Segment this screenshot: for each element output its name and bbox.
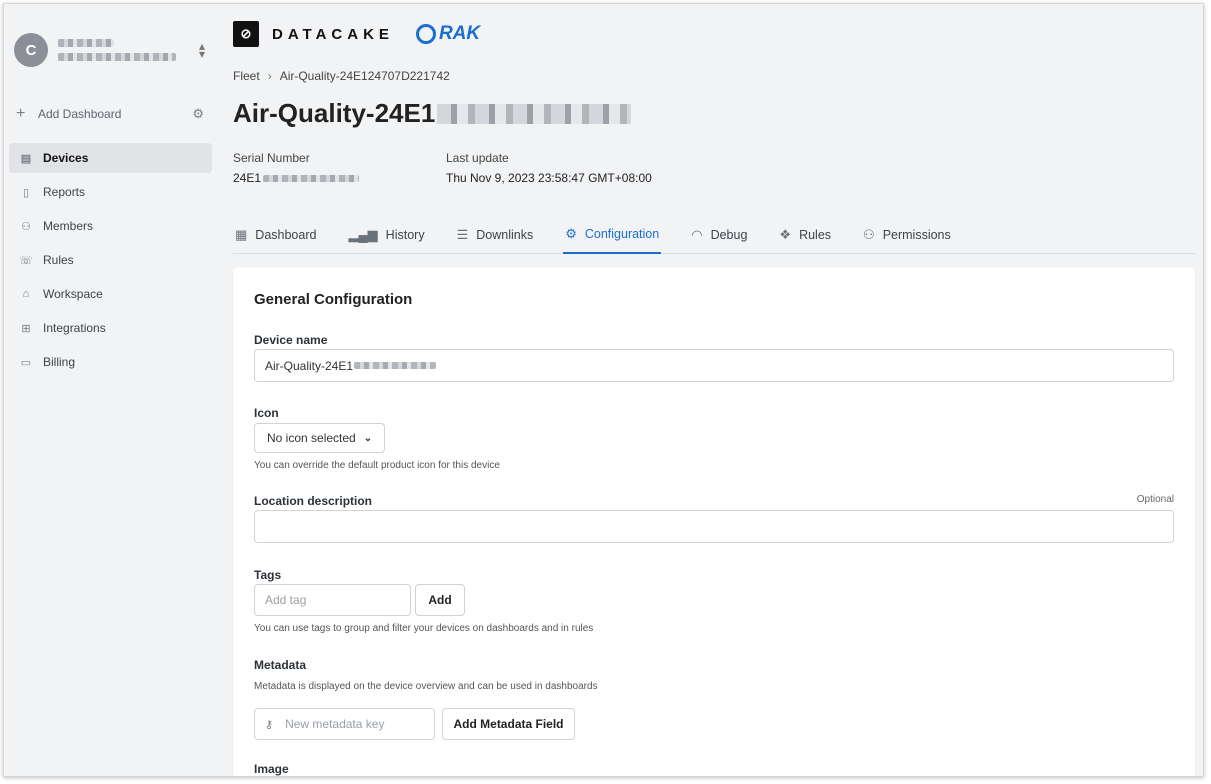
datacake-brand: DATACAKE xyxy=(272,25,394,43)
metadata-label: Metadata xyxy=(254,658,307,672)
metadata-key-input[interactable]: ⚷ New metadata key xyxy=(254,708,435,740)
last-update-label: Last update xyxy=(446,151,509,165)
users-icon: ⚇ xyxy=(863,227,875,242)
app-window: C ▴ ▾ + Add Dashboard ⚙ ▤ Devices ▯ Repor… xyxy=(3,3,1204,777)
sidebar-item-integrations[interactable]: ⊞ Integrations xyxy=(9,313,212,343)
tab-debug[interactable]: ◠ Debug xyxy=(689,216,749,254)
breadcrumb: Fleet › Air-Quality-24E124707D221742 xyxy=(233,69,450,83)
add-metadata-field-button[interactable]: Add Metadata Field xyxy=(442,708,575,740)
members-icon: ⚇ xyxy=(21,220,31,233)
tags-label: Tags xyxy=(254,568,282,582)
icon-select[interactable]: No icon selected ⌄ xyxy=(254,423,385,453)
metadata-help-text: Metadata is displayed on the device over… xyxy=(254,681,598,692)
tab-label: Rules xyxy=(799,228,832,242)
key-icon: ⚷ xyxy=(265,718,274,731)
last-update-value: Thu Nov 9, 2023 23:58:47 GMT+08:00 xyxy=(446,171,652,185)
rss-icon: ◠ xyxy=(691,227,703,242)
add-dashboard-label: Add Dashboard xyxy=(38,107,122,121)
tab-label: Permissions xyxy=(882,228,951,242)
sidebar-item-rules[interactable]: ☏ Rules xyxy=(9,245,212,275)
tab-dashboard[interactable]: ▦ Dashboard xyxy=(233,216,318,254)
tab-label: Downlinks xyxy=(476,228,534,242)
tab-configuration[interactable]: ⚙ Configuration xyxy=(563,216,662,254)
chevron-down-icon: ⌄ xyxy=(363,432,373,444)
page-title: Air-Quality-24E1 xyxy=(233,98,436,128)
rak-logo: RAK xyxy=(415,23,481,45)
sidebar-item-devices[interactable]: ▤ Devices xyxy=(9,143,212,173)
sliders-icon: ☰ xyxy=(456,227,469,242)
tab-downlinks[interactable]: ☰ Downlinks xyxy=(455,216,536,254)
gear-icon: ⚙ xyxy=(565,226,577,241)
chevron-updown-icon: ▴ ▾ xyxy=(198,39,206,61)
optional-label: Optional xyxy=(1136,494,1174,505)
rak-swirl-icon xyxy=(415,24,436,44)
gear-icon[interactable]: ⚙ xyxy=(192,106,204,122)
table-icon: ▦ xyxy=(235,227,248,242)
sidebar-item-label: Devices xyxy=(43,151,89,165)
tab-label: History xyxy=(385,228,425,242)
breadcrumb-current: Air-Quality-24E124707D221742 xyxy=(279,69,450,83)
redacted-title-suffix xyxy=(437,103,632,124)
image-label: Image xyxy=(254,762,289,776)
sidebar-nav: ▤ Devices ▯ Reports ⚇ Members ☏ Rules ⌂ … xyxy=(9,143,212,381)
sidebar-item-label: Reports xyxy=(43,185,86,199)
redacted-device-name xyxy=(354,362,437,369)
tab-history[interactable]: ▂▄▆ History xyxy=(346,216,426,254)
tab-permissions[interactable]: ⚇ Permissions xyxy=(861,216,953,254)
serial-number-text: 24E1 xyxy=(233,171,262,185)
sidebar-item-members[interactable]: ⚇ Members xyxy=(9,211,212,241)
reports-icon: ▯ xyxy=(22,186,30,199)
sidebar-item-label: Billing xyxy=(43,355,76,369)
sidebar-item-billing[interactable]: ▭ Billing xyxy=(9,347,212,377)
add-dashboard-button[interactable]: + Add Dashboard ⚙ xyxy=(16,104,204,124)
sidebar-item-label: Rules xyxy=(43,253,74,267)
section-title: General Configuration xyxy=(254,291,413,308)
avatar: C xyxy=(14,33,48,67)
sidebar-item-label: Workspace xyxy=(43,287,103,301)
tab-label: Debug xyxy=(710,228,748,242)
sidebar-item-label: Integrations xyxy=(43,321,106,335)
page-title-row: Air-Quality-24E1 xyxy=(233,98,632,129)
rules-icon: ❖ xyxy=(779,227,792,242)
serial-number-label: Serial Number xyxy=(233,151,310,165)
general-configuration-card: General Configuration Device name Air-Qu… xyxy=(233,267,1195,776)
breadcrumb-fleet[interactable]: Fleet xyxy=(233,69,260,83)
tag-input[interactable]: Add tag xyxy=(254,584,411,616)
tags-help-text: You can use tags to group and filter you… xyxy=(254,623,594,634)
location-input[interactable] xyxy=(254,510,1174,543)
account-switcher[interactable]: C ▴ ▾ xyxy=(14,30,209,70)
chevron-right-icon: › xyxy=(267,69,272,83)
account-details-redacted xyxy=(58,39,195,61)
sidebar: C ▴ ▾ + Add Dashboard ⚙ ▤ Devices ▯ Repor… xyxy=(4,4,219,776)
bar-chart-icon: ▂▄▆ xyxy=(348,227,378,242)
device-name-input[interactable]: Air-Quality-24E1 xyxy=(254,349,1174,382)
billing-icon: ▭ xyxy=(20,356,32,369)
device-name-value: Air-Quality-24E1 xyxy=(265,358,354,373)
brand-logos: ⊘ DATACAKE RAK xyxy=(233,21,480,47)
redacted-serial xyxy=(263,174,360,182)
devices-icon: ▤ xyxy=(20,152,32,165)
integrations-icon: ⊞ xyxy=(21,322,31,335)
plus-icon: + xyxy=(16,105,26,122)
rak-brand: RAK xyxy=(438,23,481,44)
icon-help-text: You can override the default product ico… xyxy=(254,460,500,471)
serial-number-value: 24E1 xyxy=(233,171,360,185)
device-tabs: ▦ Dashboard ▂▄▆ History ☰ Downlinks ⚙ Co… xyxy=(233,216,1195,254)
add-tag-button[interactable]: Add xyxy=(415,584,465,616)
icon-select-value: No icon selected xyxy=(267,431,356,445)
metadata-placeholder: New metadata key xyxy=(285,717,385,731)
tab-label: Configuration xyxy=(584,227,660,241)
rules-icon: ☏ xyxy=(19,254,33,267)
icon-label: Icon xyxy=(254,406,279,420)
location-label: Location description xyxy=(254,494,373,508)
sidebar-item-workspace[interactable]: ⌂ Workspace xyxy=(9,279,212,309)
workspace-icon: ⌂ xyxy=(22,288,30,300)
device-name-label: Device name xyxy=(254,333,328,347)
sidebar-item-reports[interactable]: ▯ Reports xyxy=(9,177,212,207)
tab-rules[interactable]: ❖ Rules xyxy=(777,216,833,254)
tab-label: Dashboard xyxy=(255,228,317,242)
datacake-logo-icon: ⊘ xyxy=(233,21,259,47)
sidebar-item-label: Members xyxy=(43,219,94,233)
main-content: ⊘ DATACAKE RAK Fleet › Air-Quality-24E12… xyxy=(219,4,1203,776)
